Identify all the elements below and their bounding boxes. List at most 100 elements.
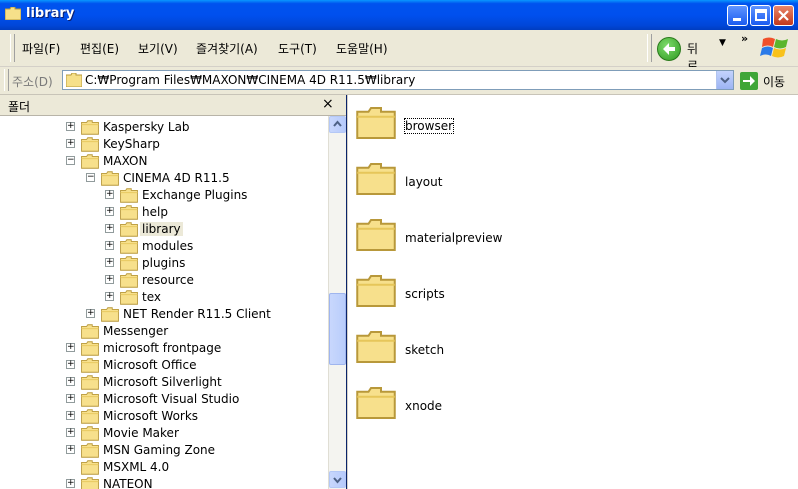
address-grip[interactable] [4, 69, 9, 91]
tree-item[interactable]: + library [0, 221, 328, 238]
tree-item-label: Messenger [103, 324, 169, 338]
tree-item[interactable]: + help [0, 204, 328, 221]
tree-item[interactable]: − CINEMA 4D R11.5 [0, 170, 328, 187]
menu-bar: 파일(F) 편집(E) 보기(V) 즐겨찾기(A) 도구(T) 도움말(H) 뒤… [0, 30, 798, 73]
collapse-icon[interactable]: − [66, 156, 75, 165]
expand-icon[interactable]: + [86, 309, 95, 318]
tree-item[interactable]: + Microsoft Works [0, 408, 328, 425]
expand-icon[interactable]: + [66, 360, 75, 369]
expand-icon[interactable]: + [66, 343, 75, 352]
tree-item-label: NET Render R11.5 Client [123, 307, 271, 321]
tree-item[interactable]: − MAXON [0, 153, 328, 170]
expand-icon[interactable]: + [66, 411, 75, 420]
tree-item-label: Microsoft Office [103, 358, 197, 372]
scroll-up-button[interactable] [329, 116, 346, 133]
folder-item[interactable]: scripts [356, 273, 656, 317]
folder-icon [5, 7, 21, 20]
toolbar-grip[interactable] [10, 34, 15, 62]
expand-icon[interactable]: + [66, 122, 75, 131]
menu-help[interactable]: 도움말(H) [336, 40, 388, 57]
folder-item[interactable]: layout [356, 161, 656, 205]
tree-item[interactable]: + Movie Maker [0, 425, 328, 442]
menu-edit[interactable]: 편집(E) [80, 40, 119, 57]
folder-item-label: materialpreview [405, 231, 503, 245]
go-label[interactable]: 이동 [763, 73, 785, 90]
folder-icon [356, 385, 396, 424]
expand-icon[interactable]: + [105, 241, 114, 250]
folder-item[interactable]: materialpreview [356, 217, 656, 261]
menu-tools[interactable]: 도구(T) [278, 40, 317, 57]
folder-item[interactable]: browser [356, 105, 656, 149]
expand-icon[interactable]: + [105, 224, 114, 233]
folder-contents[interactable]: browser layout materialpreview scripts sketc… [347, 95, 798, 489]
tree-item[interactable]: MSXML 4.0 [0, 459, 328, 476]
expand-icon[interactable]: + [105, 258, 114, 267]
folder-icon [356, 161, 396, 200]
folder-item[interactable]: sketch [356, 329, 656, 373]
tree-item[interactable]: Messenger [0, 323, 328, 340]
tree-item-label: Movie Maker [103, 426, 179, 440]
title-bar[interactable]: library [0, 0, 798, 30]
expand-icon[interactable]: + [66, 394, 75, 403]
address-dropdown-button[interactable] [716, 71, 733, 89]
expand-icon[interactable]: + [105, 292, 114, 301]
tree-item[interactable]: + resource [0, 272, 328, 289]
folder-item-label: scripts [405, 287, 445, 301]
tree-item[interactable]: + MSN Gaming Zone [0, 442, 328, 459]
tree-item[interactable]: + microsoft frontpage [0, 340, 328, 357]
tree-item[interactable]: + Exchange Plugins [0, 187, 328, 204]
menu-favorites[interactable]: 즐겨찾기(A) [196, 40, 258, 57]
expand-icon[interactable]: + [66, 428, 75, 437]
dropdown-caret-icon[interactable]: ▼ [719, 38, 726, 48]
vertical-scrollbar[interactable] [328, 116, 346, 489]
expand-icon[interactable]: + [66, 479, 75, 488]
tree-item[interactable]: + Microsoft Office [0, 357, 328, 374]
tree-item[interactable]: + plugins [0, 255, 328, 272]
folder-item-label: layout [405, 175, 443, 189]
tree-item[interactable]: + KeySharp [0, 136, 328, 153]
expand-icon[interactable]: + [105, 275, 114, 284]
minimize-button[interactable] [727, 5, 748, 26]
tree-item[interactable]: + modules [0, 238, 328, 255]
address-label: 주소(D) [12, 75, 53, 89]
address-path: C:₩Program Files₩MAXON₩CINEMA 4D R11.5₩l… [85, 73, 416, 87]
close-button[interactable] [773, 5, 794, 26]
tree-item[interactable]: + Microsoft Silverlight [0, 374, 328, 391]
tree-item[interactable]: + NET Render R11.5 Client [0, 306, 328, 323]
collapse-icon[interactable]: − [86, 173, 95, 182]
address-input[interactable]: C:₩Program Files₩MAXON₩CINEMA 4D R11.5₩l… [62, 70, 734, 90]
explorer-window: library 파일(F) 편집(E) 보기(V) 즐겨찾기(A) 도구(T) … [0, 0, 798, 489]
expand-icon[interactable]: + [66, 377, 75, 386]
expand-icon[interactable]: + [105, 207, 114, 216]
scroll-thumb[interactable] [329, 293, 346, 365]
tree-item-label: library [140, 222, 183, 236]
tree-item[interactable]: + Microsoft Visual Studio [0, 391, 328, 408]
toolbar-overflow-chevron[interactable]: » [741, 32, 748, 45]
toolbar-grip-2[interactable] [647, 34, 652, 62]
folder-tree[interactable]: + Kaspersky Lab + KeySharp − MAXON − CINEMA 4D … [0, 116, 328, 489]
expand-icon[interactable]: + [66, 139, 75, 148]
tree-item-label: resource [142, 273, 194, 287]
menu-file[interactable]: 파일(F) [22, 40, 60, 57]
scroll-down-button[interactable] [329, 471, 346, 488]
close-icon [778, 10, 789, 21]
folder-icon [356, 273, 396, 312]
tree-item-label: Exchange Plugins [142, 188, 248, 202]
expand-icon[interactable]: + [105, 190, 114, 199]
expand-icon[interactable]: + [66, 445, 75, 454]
chevron-up-icon [333, 120, 342, 127]
back-arrow-icon [657, 37, 681, 61]
folder-icon [356, 217, 396, 256]
maximize-button[interactable] [750, 5, 771, 26]
tree-item[interactable]: + NATEON [0, 476, 328, 489]
folder-pane-title: 폴더 [8, 100, 31, 114]
tree-item-label: modules [142, 239, 194, 253]
menu-view[interactable]: 보기(V) [138, 40, 178, 57]
tree-item[interactable]: + Kaspersky Lab [0, 119, 328, 136]
windows-logo-icon [760, 37, 788, 58]
tree-item-label: Microsoft Silverlight [103, 375, 222, 389]
go-button[interactable] [740, 72, 758, 90]
folder-pane-close-button[interactable]: × [322, 96, 334, 112]
folder-item[interactable]: xnode [356, 385, 656, 429]
tree-item[interactable]: + tex [0, 289, 328, 306]
